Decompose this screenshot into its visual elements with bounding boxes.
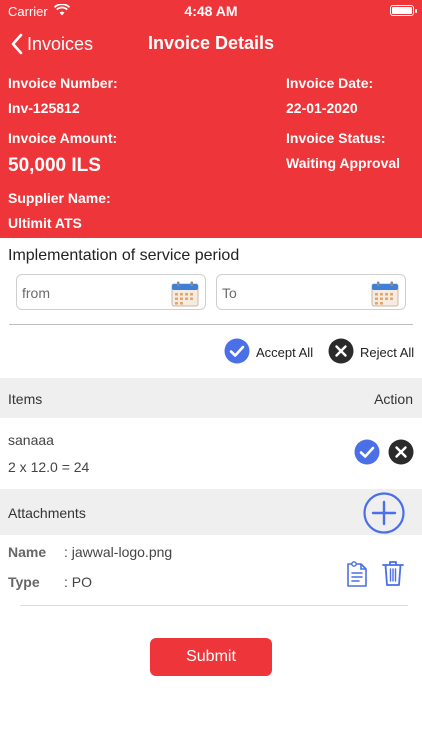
attachment-name-value: : jawwal-logo.png: [64, 544, 173, 560]
check-circle-icon: [224, 338, 256, 367]
action-header-label: Action: [374, 391, 413, 407]
section-divider: [9, 324, 413, 325]
status-bar: Carrier 4:48 AM: [0, 0, 422, 22]
item-calculation: 2 x 12.0 = 24: [8, 459, 90, 475]
invoice-number-value: Inv-125812: [8, 100, 80, 116]
invoice-amount-label: Invoice Amount:: [8, 130, 118, 146]
calendar-icon[interactable]: [371, 281, 399, 312]
supplier-name-label: Supplier Name:: [8, 190, 111, 206]
trash-icon: [382, 561, 404, 586]
delete-attachment-button[interactable]: [381, 559, 405, 592]
reject-all-label: Reject All: [360, 344, 415, 360]
calendar-icon[interactable]: [171, 281, 199, 312]
add-attachment-button[interactable]: [363, 492, 405, 539]
invoice-number-label: Invoice Number:: [8, 75, 118, 91]
invoice-date-label: Invoice Date:: [286, 75, 374, 91]
close-circle-icon: [328, 338, 360, 367]
accept-all-label: Accept All: [256, 344, 314, 360]
view-attachment-button[interactable]: [345, 560, 369, 593]
attachments-header-label: Attachments: [8, 505, 86, 521]
status-time: 4:48 AM: [184, 3, 238, 19]
service-period-title: Implementation of service period: [8, 247, 240, 264]
to-date-placeholder: To: [222, 285, 237, 301]
attachment-divider: [20, 605, 408, 606]
attachments-header: Attachments: [0, 489, 422, 535]
invoice-date-value: 22-01-2020: [286, 100, 358, 116]
submit-button[interactable]: Submit: [150, 638, 272, 676]
invoice-status-value: Waiting Approval: [286, 155, 401, 171]
to-date-field[interactable]: To: [216, 274, 406, 310]
close-circle-icon: [388, 439, 414, 465]
document-icon: [347, 561, 367, 587]
supplier-name-value: Ultimit ATS: [8, 215, 82, 231]
accept-item-button[interactable]: [354, 439, 380, 470]
invoice-header: Carrier 4:48 AM Invoices Invoice Details…: [0, 0, 422, 238]
battery-icon: [390, 5, 417, 16]
from-date-field[interactable]: from: [16, 274, 206, 310]
reject-all-button[interactable]: Reject All: [328, 338, 415, 367]
from-date-placeholder: from: [22, 285, 50, 301]
page-title: Invoice Details: [147, 33, 275, 53]
attachment-type-value: : PO: [64, 574, 93, 590]
reject-item-button[interactable]: [388, 439, 414, 470]
invoice-amount-value: 50,000 ILS: [8, 155, 101, 176]
item-name: sanaaa: [8, 432, 54, 448]
items-header-label: Items: [8, 391, 43, 407]
attachment-name-key: Name: [8, 544, 47, 560]
attachment-type-key: Type: [8, 574, 40, 590]
accept-all-button[interactable]: Accept All: [224, 338, 314, 367]
check-circle-icon: [354, 439, 380, 465]
items-header: Items Action: [0, 378, 422, 418]
invoice-status-label: Invoice Status:: [286, 130, 386, 146]
add-circle-icon: [363, 492, 405, 534]
